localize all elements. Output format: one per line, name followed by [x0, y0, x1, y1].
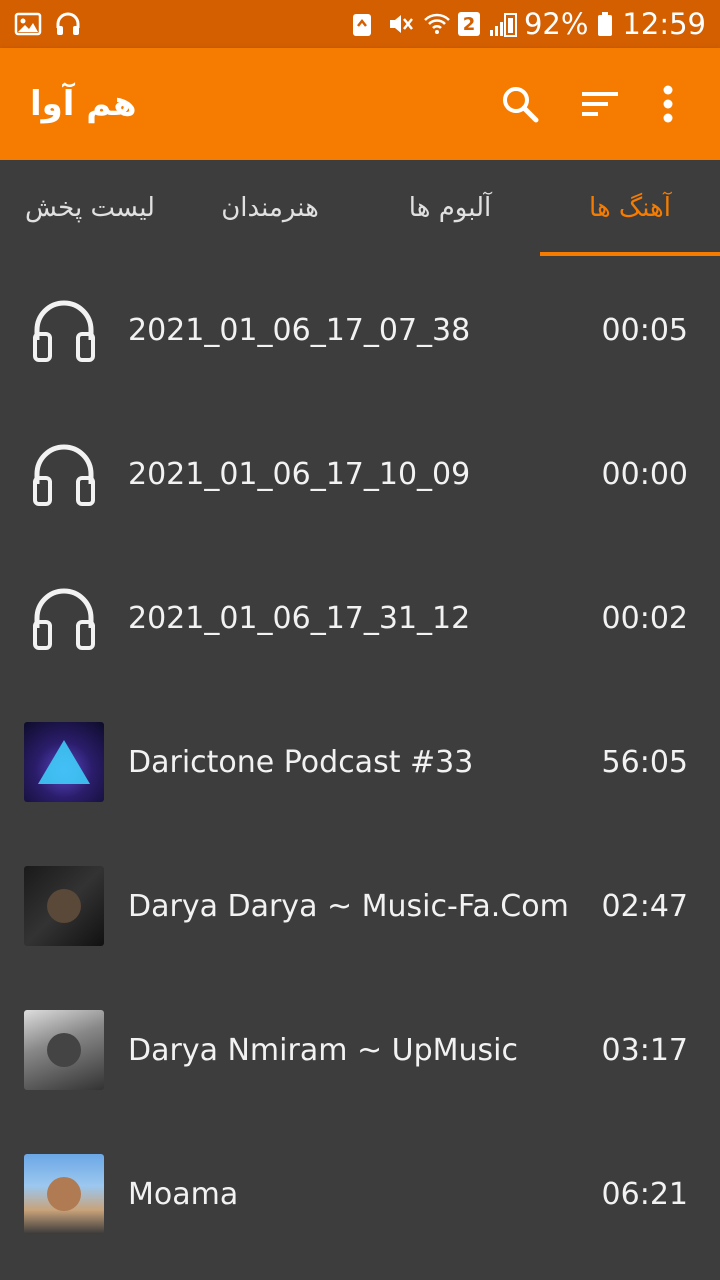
song-row[interactable]: Darya Darya ~ Music-Fa.Com 02:47 — [0, 834, 720, 978]
battery-percent: 92% — [523, 7, 589, 41]
more-vert-icon — [663, 85, 673, 123]
album-art — [24, 722, 104, 802]
clock: 12:59 — [622, 7, 706, 41]
song-title: Moama — [128, 1176, 239, 1212]
song-title: 2021_01_06_17_07_38 — [128, 312, 471, 348]
signal-icon — [488, 10, 517, 38]
song-title: 2021_01_06_17_10_09 — [128, 456, 471, 492]
song-row[interactable]: Darictone Podcast #33 56:05 — [0, 690, 720, 834]
song-row[interactable]: 2021_01_06_17_31_12 00:02 — [0, 546, 720, 690]
image-icon — [14, 10, 42, 38]
song-duration: 00:02 — [601, 600, 688, 636]
status-bar: 2 92% 12:59 — [0, 0, 720, 48]
song-duration: 06:21 — [601, 1176, 688, 1212]
song-duration: 02:47 — [601, 888, 688, 924]
recycle-icon — [350, 10, 378, 38]
app-title: هم آوا — [30, 84, 137, 124]
song-title: 2021_01_06_17_31_12 — [128, 600, 471, 636]
wifi-icon — [422, 10, 450, 38]
mute-icon — [386, 10, 414, 38]
album-art — [24, 1010, 104, 1090]
tab-albums[interactable]: آلبوم ها — [360, 160, 540, 256]
search-button[interactable] — [480, 64, 560, 144]
song-duration: 00:00 — [601, 456, 688, 492]
headphones-icon — [24, 434, 104, 514]
sim-slot-badge: 2 — [457, 12, 480, 36]
tab-songs[interactable]: آهنگ ها — [540, 160, 720, 256]
album-art — [24, 866, 104, 946]
sort-icon — [582, 92, 618, 116]
song-title: Darictone Podcast #33 — [128, 744, 474, 780]
song-row[interactable]: 2021_01_06_17_07_38 00:05 — [0, 258, 720, 402]
song-row[interactable]: Darya Nmiram ~ UpMusic 03:17 — [0, 978, 720, 1122]
battery-icon — [596, 10, 614, 38]
tab-bar: لیست پخش هنرمندان آلبوم ها آهنگ ها — [0, 160, 720, 256]
song-title: Darya Darya ~ Music-Fa.Com — [128, 888, 569, 924]
tab-playlists[interactable]: لیست پخش — [0, 160, 180, 256]
headphones-icon — [54, 10, 82, 38]
song-duration: 56:05 — [601, 744, 688, 780]
song-row[interactable]: 2021_01_06_17_10_09 00:00 — [0, 402, 720, 546]
song-duration: 03:17 — [601, 1032, 688, 1068]
more-options-button[interactable] — [640, 64, 696, 144]
song-duration: 00:05 — [601, 312, 688, 348]
app-bar: هم آوا — [0, 48, 720, 160]
song-title: Darya Nmiram ~ UpMusic — [128, 1032, 518, 1068]
tab-artists[interactable]: هنرمندان — [180, 160, 360, 256]
song-row[interactable]: Moama 06:21 — [0, 1122, 720, 1266]
headphones-icon — [24, 578, 104, 658]
headphones-icon — [24, 290, 104, 370]
sort-button[interactable] — [560, 64, 640, 144]
search-icon — [503, 87, 539, 123]
song-list: 2021_01_06_17_07_38 00:05 2021_01_06_17_… — [0, 258, 720, 1266]
album-art — [24, 1154, 104, 1234]
